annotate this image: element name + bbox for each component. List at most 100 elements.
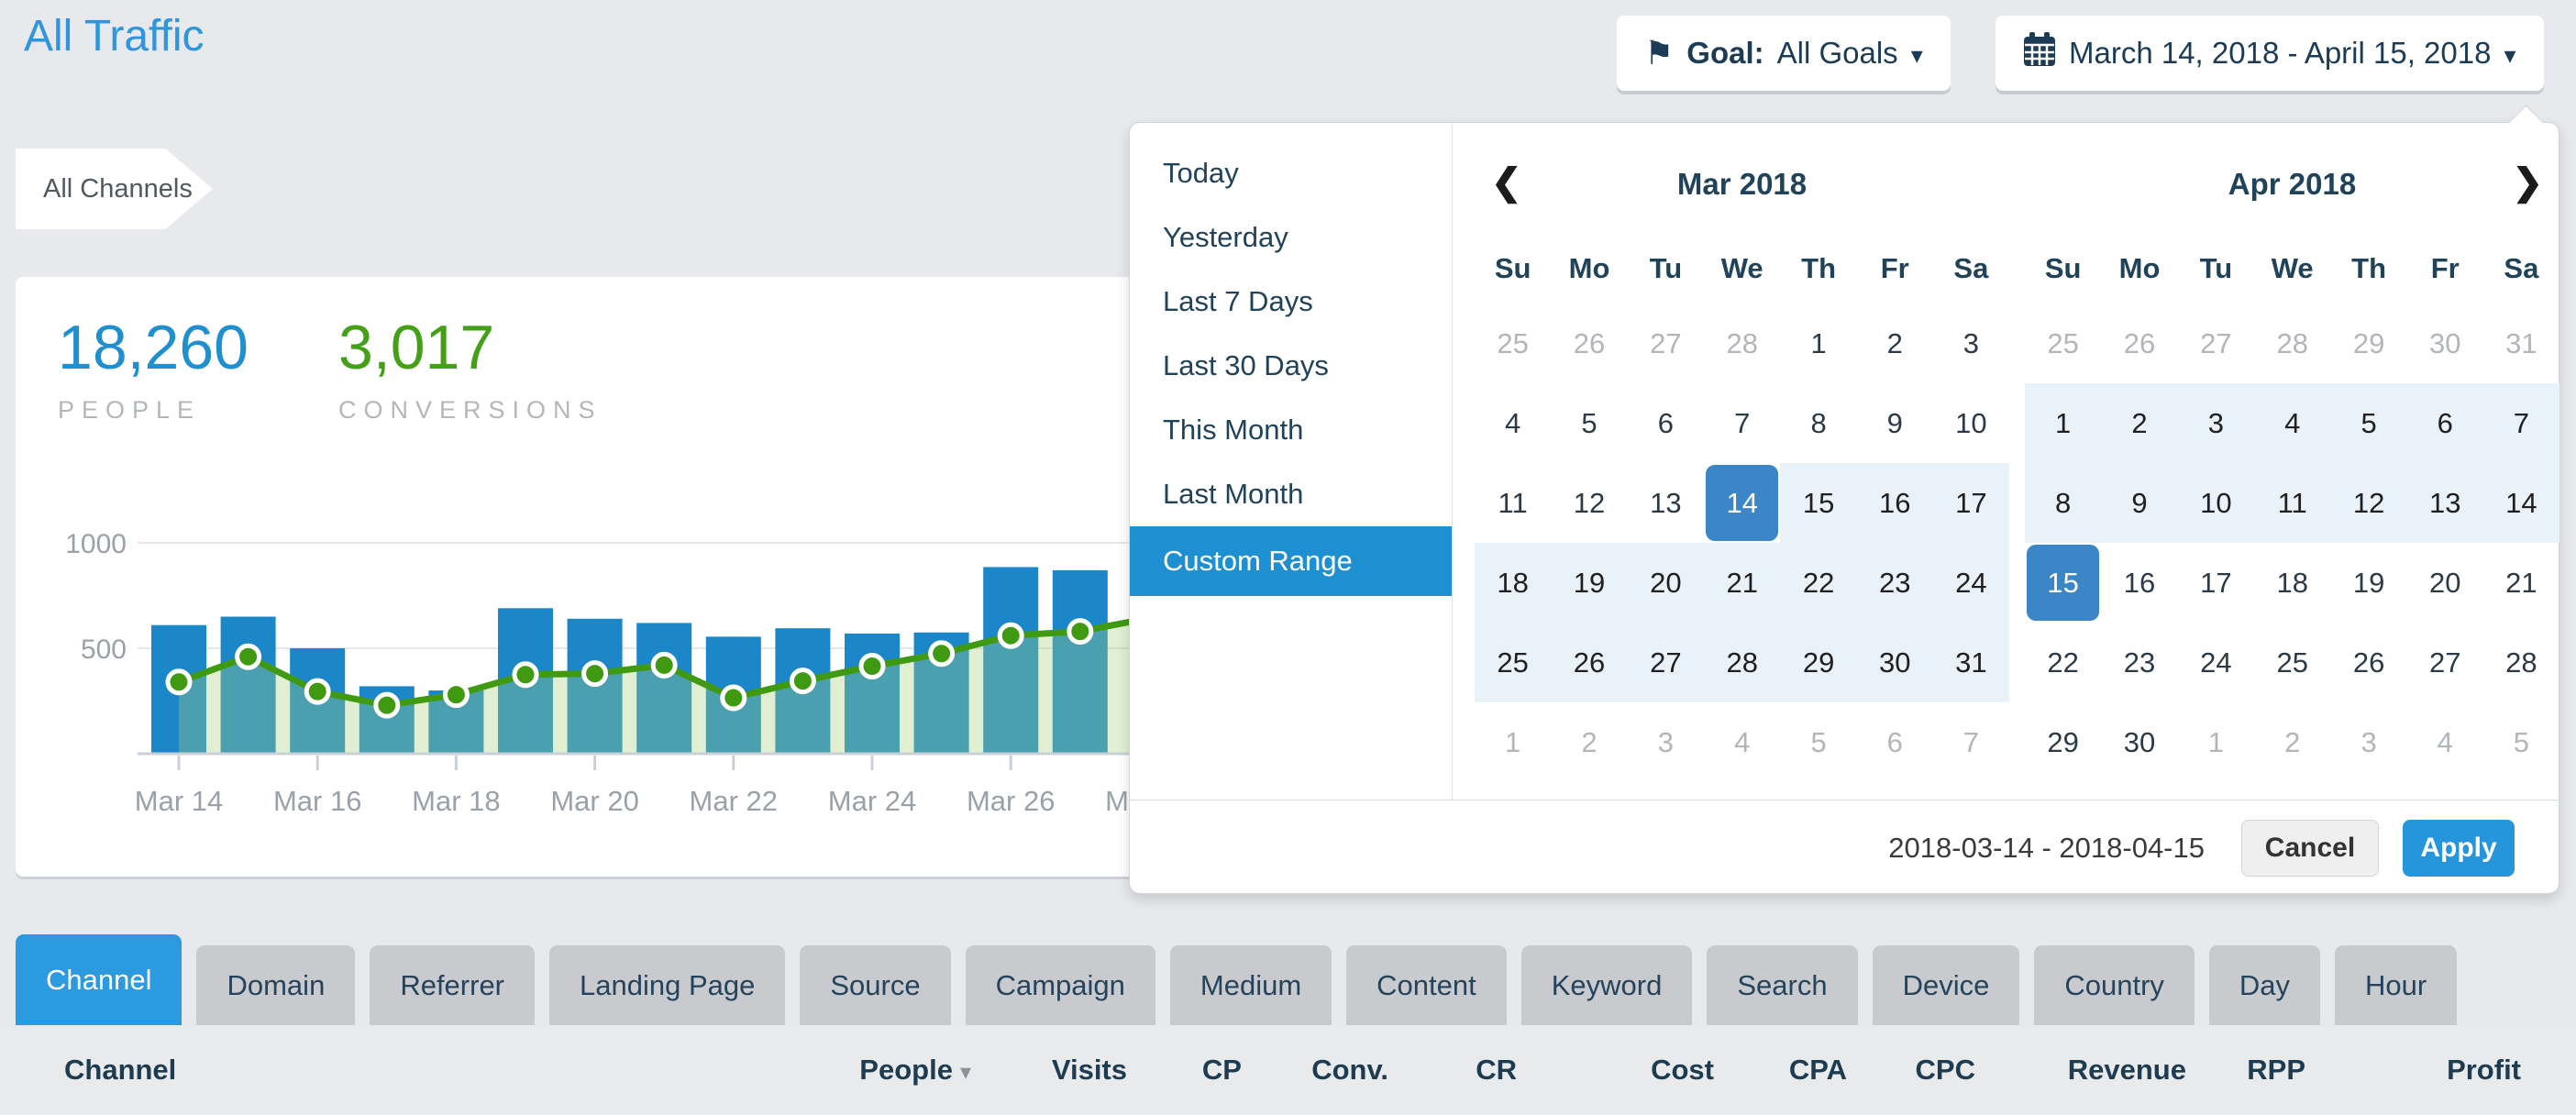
calendar-day[interactable]: 17 [2178,543,2254,623]
calendar-day[interactable]: 25 [1475,304,1551,383]
calendar-day[interactable]: 26 [1551,304,1628,383]
calendar-day[interactable]: 1 [2025,383,2101,463]
tab-content[interactable]: Content [1346,945,1507,1025]
calendar-day[interactable]: 27 [2178,304,2254,383]
chart-point[interactable] [376,694,398,716]
calendar-day[interactable]: 13 [2407,463,2483,543]
calendar-day[interactable]: 27 [1628,304,1704,383]
preset-today[interactable]: Today [1130,141,1452,205]
calendar-day[interactable]: 14 [2483,463,2559,543]
calendar-day-selected[interactable]: 14 [1704,463,1781,543]
calendar-day-selected[interactable]: 15 [2025,543,2101,623]
calendar-day[interactable]: 29 [2330,304,2406,383]
calendar-day[interactable]: 5 [1780,702,1856,782]
column-header-cpa[interactable]: CPA [1714,1054,1847,1087]
calendar-day[interactable]: 28 [2483,623,2559,702]
calendar-day[interactable]: 11 [1475,463,1551,543]
calendar-day[interactable]: 12 [1551,463,1628,543]
calendar-day[interactable]: 21 [2483,543,2559,623]
calendar-day[interactable]: 2 [1551,702,1628,782]
calendar-day[interactable]: 6 [2407,383,2483,463]
column-header-people[interactable]: People▾ [834,1054,971,1087]
tab-source[interactable]: Source [800,945,950,1025]
tab-device[interactable]: Device [1873,945,2020,1025]
tab-day[interactable]: Day [2209,945,2320,1025]
tab-medium[interactable]: Medium [1170,945,1332,1025]
calendar-day[interactable]: 2 [2254,702,2331,782]
calendar-day[interactable]: 30 [2407,304,2483,383]
column-header-channel[interactable]: Channel [64,1054,834,1087]
calendar-day[interactable]: 19 [1551,543,1628,623]
calendar-day[interactable]: 1 [1780,304,1856,383]
chart-point[interactable] [168,671,190,693]
calendar-day[interactable]: 3 [2178,383,2254,463]
column-header-revenue[interactable]: Revenue [1975,1054,2186,1087]
calendar-day[interactable]: 25 [1475,623,1551,702]
calendar-day[interactable]: 7 [1704,383,1781,463]
calendar-day[interactable]: 19 [2330,543,2406,623]
calendar-day[interactable]: 20 [2407,543,2483,623]
chart-point[interactable] [445,684,467,706]
calendar-day[interactable]: 31 [2483,304,2559,383]
calendar-day[interactable]: 5 [2330,383,2406,463]
calendar-day[interactable]: 3 [2330,702,2406,782]
column-header-cpc[interactable]: CPC [1847,1054,1975,1087]
calendar-day[interactable]: 23 [1857,543,1933,623]
column-header-rpp[interactable]: RPP [2186,1054,2305,1087]
calendar-day[interactable]: 8 [1780,383,1856,463]
goal-dropdown-button[interactable]: ⚑ Goal: All Goals ▾ [1617,16,1951,91]
calendar-day[interactable]: 24 [1933,543,2009,623]
date-range-button[interactable]: March 14, 2018 - April 15, 2018 ▾ [1996,16,2544,91]
calendar-day[interactable]: 22 [2025,623,2101,702]
chart-point[interactable] [931,643,953,665]
calendar-day[interactable]: 10 [1933,383,2009,463]
tab-domain[interactable]: Domain [196,945,355,1025]
calendar-day[interactable]: 21 [1704,543,1781,623]
column-header-profit[interactable]: Profit [2305,1054,2521,1087]
chart-point[interactable] [1000,624,1022,646]
column-header-cr[interactable]: CR [1388,1054,1517,1087]
breadcrumb-all-channels[interactable]: All Channels [16,149,213,229]
calendar-day[interactable]: 25 [2254,623,2331,702]
calendar-day[interactable]: 2 [2101,383,2178,463]
calendar-day[interactable]: 1 [2178,702,2254,782]
calendar-day[interactable]: 28 [1704,304,1781,383]
calendar-day[interactable]: 17 [1933,463,2009,543]
calendar-day[interactable]: 16 [2101,543,2178,623]
calendar-day[interactable]: 31 [1933,623,2009,702]
tab-landing-page[interactable]: Landing Page [549,945,785,1025]
chart-point[interactable] [861,656,883,678]
calendar-day[interactable]: 22 [1780,543,1856,623]
calendar-day[interactable]: 28 [2254,304,2331,383]
calendar-day[interactable]: 6 [1857,702,1933,782]
calendar-day[interactable]: 18 [2254,543,2331,623]
chart-point[interactable] [584,663,606,685]
calendar-day[interactable]: 1 [1475,702,1551,782]
calendar-day[interactable]: 27 [1628,623,1704,702]
apply-button[interactable]: Apply [2403,820,2515,877]
preset-last-month[interactable]: Last Month [1130,462,1452,526]
chart-point[interactable] [514,664,536,686]
calendar-day[interactable]: 9 [1857,383,1933,463]
column-header-cost[interactable]: Cost [1517,1054,1714,1087]
calendar-day[interactable]: 7 [2483,383,2559,463]
chart-point[interactable] [653,654,675,676]
column-header-conv[interactable]: Conv. [1242,1054,1388,1087]
calendar-day[interactable]: 5 [2483,702,2559,782]
calendar-day[interactable]: 30 [1857,623,1933,702]
tab-keyword[interactable]: Keyword [1521,945,1693,1025]
calendar-day[interactable]: 3 [1628,702,1704,782]
calendar-day[interactable]: 5 [1551,383,1628,463]
calendar-day[interactable]: 27 [2407,623,2483,702]
calendar-day[interactable]: 4 [1704,702,1781,782]
preset-custom-range[interactable]: Custom Range [1130,526,1452,596]
preset-yesterday[interactable]: Yesterday [1130,205,1452,270]
next-month-icon[interactable]: ❯ [2512,161,2543,204]
calendar-day[interactable]: 12 [2330,463,2406,543]
calendar-day[interactable]: 13 [1628,463,1704,543]
calendar-day[interactable]: 20 [1628,543,1704,623]
calendar-day[interactable]: 24 [2178,623,2254,702]
calendar-day[interactable]: 7 [1933,702,2009,782]
cancel-button[interactable]: Cancel [2241,820,2379,877]
calendar-day[interactable]: 4 [1475,383,1551,463]
